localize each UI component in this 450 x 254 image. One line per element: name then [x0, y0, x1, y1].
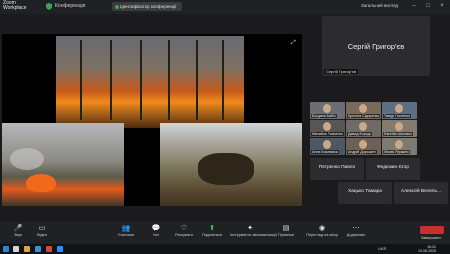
participant-tile[interactable]: Федюкин Єгор [366, 158, 420, 180]
smoke [10, 148, 44, 170]
browser-icon[interactable] [35, 246, 41, 252]
minimize-icon[interactable]: – [410, 2, 418, 10]
shield-icon[interactable] [46, 3, 52, 10]
maximize-icon[interactable]: □ [424, 2, 432, 10]
meeting-title: Конференція [55, 3, 86, 9]
participant-label: Лесия Ягужинс [383, 150, 411, 154]
tree-trunk [196, 40, 198, 120]
participant-video-tile[interactable]: Євгенія Шостако [382, 120, 417, 137]
participant-name: Петренко Павло [318, 165, 356, 170]
participant-tile[interactable]: Петренко Павло [310, 158, 364, 180]
notes-icon: ▤ [282, 225, 290, 232]
video-button[interactable]: ▭ Відео [24, 224, 60, 237]
participant-tile[interactable]: Алексей Весель... [394, 182, 448, 204]
participant-video-tile[interactable]: Крістіна Сідоренко [346, 102, 381, 119]
face [395, 104, 403, 113]
face [359, 140, 367, 149]
speaker-label: Сергій Григор'єв [324, 69, 359, 74]
view-button[interactable]: Загальний вигляд [361, 3, 398, 8]
face [395, 122, 403, 131]
start-icon[interactable] [3, 246, 9, 252]
flame [26, 174, 56, 192]
zoom-icon[interactable] [57, 246, 63, 252]
participant-video-tile[interactable]: Андрій Дорошен [346, 138, 381, 155]
notes-button[interactable]: ▤ Примітки [268, 224, 304, 237]
participant-video-tile[interactable]: Анна Кожемяка [310, 138, 345, 155]
pit [198, 153, 254, 185]
forest-fire-image [56, 36, 244, 128]
app-logo: Zoom Workplace [3, 0, 27, 11]
participant-label: Михайло Ткаченко [311, 132, 344, 136]
meeting-info-pill[interactable]: Ідентифікатор конференції [112, 2, 182, 11]
tree-trunk [222, 40, 224, 120]
end-button[interactable] [420, 226, 444, 234]
participant-video-tile[interactable]: Лесия Ягужинс [382, 138, 417, 155]
participant-label: Богдана Бабіч [311, 114, 337, 118]
participant-video-tile[interactable]: Богдана Бабіч [310, 102, 345, 119]
participant-label: Крістіна Сідоренко [347, 114, 381, 118]
participant-label: Анна Кожемяка [311, 150, 339, 154]
participant-tile[interactable]: Хацько Тамара [338, 182, 392, 204]
participant-name: Хацько Тамара [348, 189, 382, 194]
participant-label: Євгенія Шостако [383, 132, 413, 136]
folder-icon[interactable] [24, 246, 30, 252]
camera-icon: ▭ [38, 225, 46, 232]
tray-lang[interactable]: UKR [378, 246, 386, 251]
secure-dot-icon [115, 5, 119, 9]
face [359, 122, 367, 131]
app-icon[interactable] [46, 246, 52, 252]
clock[interactable]: 16:22 19.06.2025 [418, 245, 436, 253]
sparkle-icon: ✦ [247, 225, 253, 232]
face [323, 140, 331, 149]
end-label: Завершити [421, 236, 441, 240]
participant-video-tile[interactable]: Давид Бороді [346, 120, 381, 137]
face [395, 140, 403, 149]
share-screen-icon: ⬆ [209, 225, 215, 232]
participant-label: Давид Бороді [347, 132, 372, 136]
participant-name: Алексей Весель... [401, 189, 441, 194]
expand-icon[interactable]: ⤢ [291, 40, 296, 47]
speaker-name: Сергій Григор'єв [347, 42, 405, 51]
share-button[interactable]: ⬆ Поділитися [194, 224, 230, 237]
participant-name: Федюкин Єгор [377, 165, 409, 170]
face [323, 104, 331, 113]
participant-video-tile[interactable]: Тимур Гостенко [382, 102, 417, 119]
participant-label: Тимур Гостенко [383, 114, 412, 118]
tree-trunk [140, 40, 142, 120]
tree-trunk [80, 40, 82, 120]
more-icon: ⋯ [352, 225, 360, 232]
close-icon[interactable]: × [438, 2, 446, 10]
face [359, 104, 367, 113]
participant-video-tile[interactable]: Михайло Ткаченко [310, 120, 345, 137]
tree-trunk [168, 40, 170, 120]
more-button[interactable]: ⋯ Додатково [338, 224, 374, 237]
tree-trunk [110, 40, 112, 120]
search-icon[interactable] [13, 246, 19, 252]
participant-label: Андрій Дорошен [347, 150, 377, 154]
ai-companion-button[interactable]: ✦ Інструменти автоматизації [230, 224, 277, 237]
face [323, 122, 331, 131]
